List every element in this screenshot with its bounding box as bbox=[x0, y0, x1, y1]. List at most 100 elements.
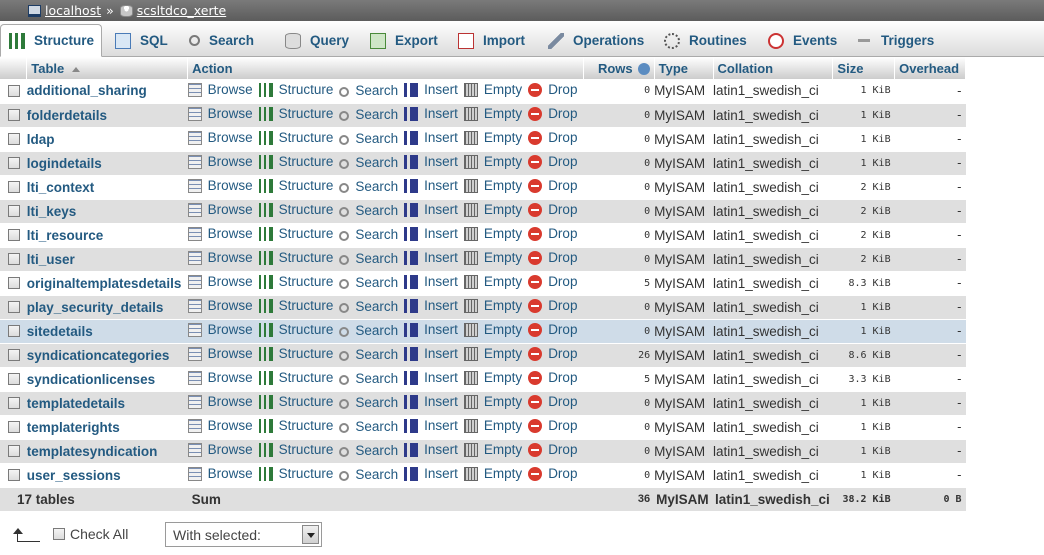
search-action[interactable]: Search bbox=[339, 419, 398, 434]
column-header-type[interactable]: Type bbox=[654, 57, 714, 79]
column-header-rows[interactable]: Rows bbox=[583, 57, 655, 79]
table-name-link[interactable]: syndicationcategories bbox=[26, 343, 188, 368]
table-size[interactable]: 2 KiB bbox=[832, 247, 895, 272]
empty-action[interactable]: Empty bbox=[463, 298, 522, 313]
row-checkbox[interactable] bbox=[8, 397, 20, 409]
row-checkbox[interactable] bbox=[8, 277, 20, 289]
tab-search[interactable]: Search bbox=[181, 24, 271, 57]
tab-triggers[interactable]: Triggers bbox=[848, 24, 948, 57]
empty-action[interactable]: Empty bbox=[463, 82, 522, 97]
row-checkbox[interactable] bbox=[8, 84, 20, 97]
drop-action[interactable]: Drop bbox=[528, 82, 577, 97]
search-action[interactable]: Search bbox=[339, 323, 398, 338]
table-row[interactable]: additional_sharing Browse Structure Search I… bbox=[0, 79, 966, 104]
table-size[interactable]: 1 KiB bbox=[832, 151, 895, 176]
table-row[interactable]: lti_context Browse Structure Search Insert Em… bbox=[0, 175, 966, 200]
structure-action[interactable]: Structure bbox=[258, 298, 333, 313]
table-size[interactable]: 1 KiB bbox=[832, 415, 895, 440]
drop-action[interactable]: Drop bbox=[528, 130, 577, 145]
insert-action[interactable]: Insert bbox=[404, 394, 458, 409]
empty-action[interactable]: Empty bbox=[463, 178, 522, 193]
chevron-down-icon[interactable] bbox=[302, 525, 319, 544]
structure-action[interactable]: Structure bbox=[258, 154, 333, 169]
table-row[interactable]: templatesyndication Browse Structure Search… bbox=[0, 439, 966, 464]
column-header-overhead[interactable]: Overhead bbox=[894, 57, 966, 79]
browse-action[interactable]: Browse bbox=[187, 370, 253, 385]
table-size[interactable]: 1 KiB bbox=[832, 391, 895, 416]
table-row[interactable]: user_sessions Browse Structure Search Insert… bbox=[0, 463, 966, 488]
empty-action[interactable]: Empty bbox=[463, 466, 522, 481]
table-name-link[interactable]: templaterights bbox=[26, 415, 188, 440]
row-checkbox[interactable] bbox=[8, 253, 20, 265]
table-size[interactable]: 8.3 KiB bbox=[832, 271, 895, 296]
browse-action[interactable]: Browse bbox=[187, 82, 253, 97]
structure-action[interactable]: Structure bbox=[258, 226, 333, 241]
tab-query[interactable]: Query bbox=[277, 24, 357, 57]
search-action[interactable]: Search bbox=[339, 131, 398, 146]
table-row[interactable]: lti_resource Browse Structure Search Insert E… bbox=[0, 223, 966, 248]
insert-action[interactable]: Insert bbox=[404, 154, 458, 169]
row-checkbox[interactable] bbox=[8, 349, 20, 361]
browse-action[interactable]: Browse bbox=[187, 226, 253, 241]
column-header-collation[interactable]: Collation bbox=[713, 57, 834, 79]
structure-action[interactable]: Structure bbox=[258, 370, 333, 385]
search-action[interactable]: Search bbox=[339, 395, 398, 410]
search-action[interactable]: Search bbox=[339, 371, 398, 386]
browse-action[interactable]: Browse bbox=[187, 130, 253, 145]
drop-action[interactable]: Drop bbox=[528, 154, 577, 169]
empty-action[interactable]: Empty bbox=[463, 418, 522, 433]
search-action[interactable]: Search bbox=[339, 203, 398, 218]
browse-action[interactable]: Browse bbox=[187, 250, 253, 265]
table-name-link[interactable]: templatedetails bbox=[26, 391, 188, 416]
empty-action[interactable]: Empty bbox=[463, 274, 522, 289]
structure-action[interactable]: Structure bbox=[258, 346, 333, 361]
table-name-link[interactable]: lti_resource bbox=[26, 223, 188, 248]
search-action[interactable]: Search bbox=[339, 107, 398, 122]
tab-events[interactable]: Events bbox=[760, 24, 845, 57]
search-action[interactable]: Search bbox=[339, 347, 398, 362]
table-size[interactable]: 1 KiB bbox=[832, 79, 895, 104]
browse-action[interactable]: Browse bbox=[187, 394, 253, 409]
empty-action[interactable]: Empty bbox=[463, 130, 522, 145]
drop-action[interactable]: Drop bbox=[528, 178, 577, 193]
tab-export[interactable]: Export bbox=[362, 24, 447, 57]
insert-action[interactable]: Insert bbox=[404, 442, 458, 457]
row-checkbox[interactable] bbox=[8, 229, 20, 241]
browse-action[interactable]: Browse bbox=[187, 466, 253, 481]
drop-action[interactable]: Drop bbox=[528, 202, 577, 217]
structure-action[interactable]: Structure bbox=[258, 322, 333, 337]
search-action[interactable]: Search bbox=[339, 251, 398, 266]
table-name-link[interactable]: play_security_details bbox=[26, 295, 188, 320]
tab-sql[interactable]: SQL bbox=[107, 24, 177, 57]
table-size[interactable]: 1 KiB bbox=[832, 103, 895, 128]
breadcrumb-database-link[interactable]: scsltdco_xerte bbox=[137, 3, 226, 18]
insert-action[interactable]: Insert bbox=[404, 274, 458, 289]
table-row[interactable]: templatedetails Browse Structure Search Inse… bbox=[0, 391, 966, 416]
insert-action[interactable]: Insert bbox=[404, 346, 458, 361]
browse-action[interactable]: Browse bbox=[187, 346, 253, 361]
row-checkbox[interactable] bbox=[8, 205, 20, 217]
column-header-table[interactable]: Table bbox=[26, 57, 189, 79]
table-name-link[interactable]: lti_user bbox=[26, 247, 188, 272]
table-name-link[interactable]: sitedetails bbox=[26, 319, 188, 344]
structure-action[interactable]: Structure bbox=[258, 202, 333, 217]
row-checkbox[interactable] bbox=[8, 133, 20, 145]
empty-action[interactable]: Empty bbox=[463, 106, 522, 121]
drop-action[interactable]: Drop bbox=[528, 250, 577, 265]
empty-action[interactable]: Empty bbox=[463, 442, 522, 457]
search-action[interactable]: Search bbox=[339, 443, 398, 458]
insert-action[interactable]: Insert bbox=[404, 418, 458, 433]
browse-action[interactable]: Browse bbox=[187, 418, 253, 433]
row-checkbox[interactable] bbox=[8, 301, 20, 313]
structure-action[interactable]: Structure bbox=[258, 130, 333, 145]
empty-action[interactable]: Empty bbox=[463, 394, 522, 409]
drop-action[interactable]: Drop bbox=[528, 346, 577, 361]
table-row[interactable]: syndicationlicenses Browse Structure Search… bbox=[0, 367, 966, 392]
structure-action[interactable]: Structure bbox=[258, 442, 333, 457]
structure-action[interactable]: Structure bbox=[258, 178, 333, 193]
drop-action[interactable]: Drop bbox=[528, 394, 577, 409]
table-row[interactable]: templaterights Browse Structure Search Inser… bbox=[0, 415, 966, 440]
insert-action[interactable]: Insert bbox=[404, 250, 458, 265]
drop-action[interactable]: Drop bbox=[528, 466, 577, 481]
row-checkbox[interactable] bbox=[8, 157, 20, 169]
